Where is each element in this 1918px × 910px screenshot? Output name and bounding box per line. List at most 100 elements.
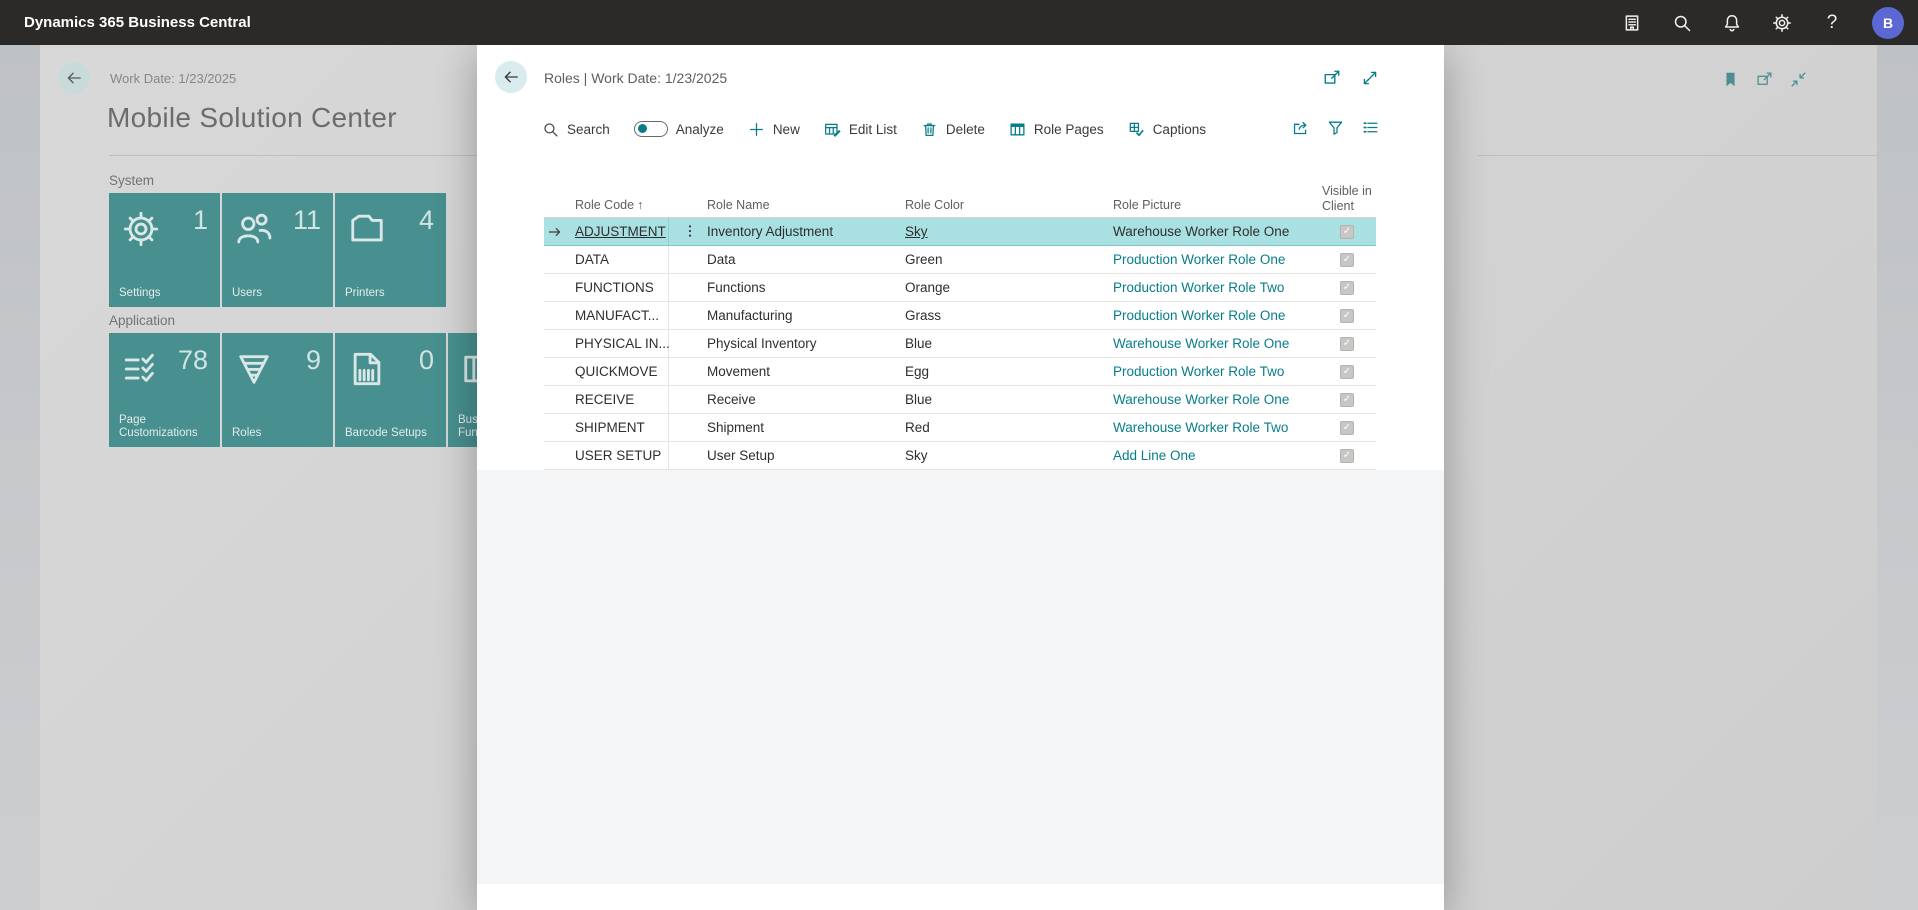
toolbar-delete-button[interactable]: Delete xyxy=(921,121,985,138)
visible-in-client-checkbox[interactable]: ✓ xyxy=(1340,281,1354,295)
tile-roles[interactable]: 9Roles xyxy=(222,333,333,447)
analyze-toggle[interactable] xyxy=(634,121,668,137)
users-icon xyxy=(235,210,273,248)
gear-icon[interactable] xyxy=(1772,13,1792,33)
visible-in-client-checkbox[interactable]: ✓ xyxy=(1340,393,1354,407)
tile-settings[interactable]: 1Settings xyxy=(109,193,220,307)
column-header-visible-in-client[interactable]: Visible in Client xyxy=(1322,184,1378,214)
tile-barcode-setups[interactable]: 0Barcode Setups xyxy=(335,333,446,447)
toolbar-role-pages-button[interactable]: Role Pages xyxy=(1009,121,1104,138)
tile-users[interactable]: 11Users xyxy=(222,193,333,307)
visible-in-client-checkbox[interactable]: ✓ xyxy=(1340,337,1354,351)
cell-role-picture-link[interactable]: Warehouse Worker Role One xyxy=(1113,218,1289,245)
filter-icon[interactable] xyxy=(1327,119,1344,136)
tile-printers[interactable]: 4Printers xyxy=(335,193,446,307)
cell-role-code[interactable]: DATA xyxy=(575,246,609,273)
visible-in-client-checkbox[interactable]: ✓ xyxy=(1340,421,1354,435)
row-menu-icon[interactable] xyxy=(682,223,698,239)
open-window-icon[interactable] xyxy=(1756,71,1773,88)
back-button[interactable] xyxy=(495,61,527,93)
open-window-icon[interactable] xyxy=(1323,69,1341,87)
cell-role-name[interactable]: Movement xyxy=(707,358,770,385)
cell-role-code[interactable]: QUICKMOVE xyxy=(575,358,658,385)
cell-role-picture-link[interactable]: Production Worker Role Two xyxy=(1113,358,1284,385)
cell-role-picture-link[interactable]: Warehouse Worker Role Two xyxy=(1113,414,1288,441)
funnel-tri-icon xyxy=(235,350,273,388)
column-header-role-name[interactable]: Role Name xyxy=(707,198,770,212)
visible-in-client-checkbox[interactable]: ✓ xyxy=(1340,309,1354,323)
bell-icon[interactable] xyxy=(1722,13,1742,33)
cell-role-picture-link[interactable]: Production Worker Role One xyxy=(1113,302,1285,329)
barcode-doc-icon xyxy=(348,350,386,388)
cell-role-code[interactable]: ADJUSTMENT xyxy=(575,218,666,245)
cell-role-code[interactable]: FUNCTIONS xyxy=(575,274,654,301)
toolbar-edit-list-button[interactable]: Edit List xyxy=(824,121,897,138)
visible-in-client-checkbox[interactable]: ✓ xyxy=(1340,449,1354,463)
cell-role-code[interactable]: USER SETUP xyxy=(575,442,661,469)
help-icon[interactable]: ? xyxy=(1822,13,1842,33)
cell-role-name[interactable]: User Setup xyxy=(707,442,775,469)
cell-role-color[interactable]: Grass xyxy=(905,302,941,329)
app-title: Dynamics 365 Business Central xyxy=(24,0,251,45)
bookmark-icon[interactable] xyxy=(1722,71,1739,88)
cell-role-code[interactable]: PHYSICAL IN... xyxy=(575,330,670,357)
visible-in-client-checkbox[interactable]: ✓ xyxy=(1340,225,1354,239)
cell-role-name[interactable]: Functions xyxy=(707,274,766,301)
collapse-icon[interactable] xyxy=(1790,71,1807,88)
table-row-adjustment[interactable]: ADJUSTMENT Inventory Adjustment Sky Warehou… xyxy=(544,218,1376,246)
cell-role-picture-link[interactable]: Warehouse Worker Role One xyxy=(1113,330,1289,357)
list-view-icon[interactable] xyxy=(1362,119,1379,136)
roles-dialog: Roles | Work Date: 1/23/2025 SearchAnaly… xyxy=(477,45,1444,910)
cell-role-code[interactable]: MANUFACT... xyxy=(575,302,659,329)
cell-role-name[interactable]: Manufacturing xyxy=(707,302,793,329)
column-header-role-code[interactable]: Role Code↑ xyxy=(575,198,643,212)
topbar-actions: ?B xyxy=(1622,0,1904,45)
cell-role-color[interactable]: Sky xyxy=(905,218,928,245)
table-row-manufact-[interactable]: MANUFACT... Manufacturing Grass Production … xyxy=(544,302,1376,330)
cell-role-code[interactable]: RECEIVE xyxy=(575,386,634,413)
column-divider xyxy=(668,442,669,469)
toolbar-new-button[interactable]: New xyxy=(748,121,800,138)
toolbar-search-button[interactable]: Search xyxy=(542,121,610,138)
cell-role-color[interactable]: Orange xyxy=(905,274,950,301)
cell-role-color[interactable]: Red xyxy=(905,414,930,441)
cell-role-name[interactable]: Inventory Adjustment xyxy=(707,218,833,245)
toolbar-analyze-toggle[interactable]: Analyze xyxy=(634,121,724,137)
share-icon[interactable] xyxy=(1292,119,1309,136)
cell-role-code[interactable]: SHIPMENT xyxy=(575,414,645,441)
table-row-functions[interactable]: FUNCTIONS Functions Orange Production Worke… xyxy=(544,274,1376,302)
visible-in-client-checkbox[interactable]: ✓ xyxy=(1340,253,1354,267)
tile-count: 1 xyxy=(193,205,208,236)
tile-page-customizations[interactable]: 78Page Customizations xyxy=(109,333,220,447)
cell-role-color[interactable]: Egg xyxy=(905,358,929,385)
company-icon[interactable] xyxy=(1622,13,1642,33)
cell-role-color[interactable]: Blue xyxy=(905,330,932,357)
cell-role-picture-link[interactable]: Production Worker Role One xyxy=(1113,246,1285,273)
cell-role-name[interactable]: Data xyxy=(707,246,736,273)
table-row-quickmove[interactable]: QUICKMOVE Movement Egg Production Worker Ro… xyxy=(544,358,1376,386)
cell-role-picture-link[interactable]: Warehouse Worker Role One xyxy=(1113,386,1289,413)
table-row-user-setup[interactable]: USER SETUP User Setup Sky Add Line One ✓ xyxy=(544,442,1376,470)
cell-role-color[interactable]: Sky xyxy=(905,442,928,469)
table-row-receive[interactable]: RECEIVE Receive Blue Warehouse Worker Role … xyxy=(544,386,1376,414)
column-header-role-picture[interactable]: Role Picture xyxy=(1113,198,1181,212)
section-label-system: System xyxy=(109,173,154,188)
cell-role-name[interactable]: Physical Inventory xyxy=(707,330,817,357)
cell-role-color[interactable]: Blue xyxy=(905,386,932,413)
expand-icon[interactable] xyxy=(1361,69,1379,87)
cell-role-picture-link[interactable]: Add Line One xyxy=(1113,442,1196,469)
search-icon[interactable] xyxy=(1672,13,1692,33)
table-row-shipment[interactable]: SHIPMENT Shipment Red Warehouse Worker Role… xyxy=(544,414,1376,442)
cell-role-name[interactable]: Shipment xyxy=(707,414,764,441)
back-button[interactable] xyxy=(58,62,90,94)
table-row-physical-in-[interactable]: PHYSICAL IN... Physical Inventory Blue Ware… xyxy=(544,330,1376,358)
user-avatar[interactable]: B xyxy=(1872,7,1904,39)
gear-icon xyxy=(122,210,160,248)
visible-in-client-checkbox[interactable]: ✓ xyxy=(1340,365,1354,379)
cell-role-picture-link[interactable]: Production Worker Role Two xyxy=(1113,274,1284,301)
table-row-data[interactable]: DATA Data Green Production Worker Role One ✓ xyxy=(544,246,1376,274)
cell-role-name[interactable]: Receive xyxy=(707,386,756,413)
toolbar-captions-button[interactable]: Captions xyxy=(1128,121,1206,138)
cell-role-color[interactable]: Green xyxy=(905,246,943,273)
column-header-role-color[interactable]: Role Color xyxy=(905,198,964,212)
